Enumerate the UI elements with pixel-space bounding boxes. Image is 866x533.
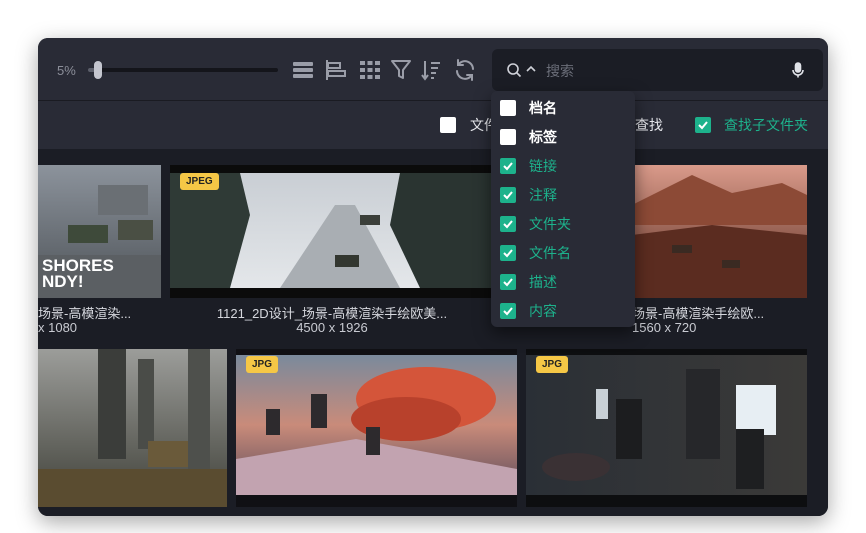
scope-option-label: 文件名 bbox=[529, 245, 571, 261]
search-input[interactable] bbox=[544, 58, 778, 84]
scope-option-links[interactable]: 链接 bbox=[500, 155, 557, 177]
search-icon bbox=[507, 63, 522, 78]
filter-bar: 文件 查找 查找子文件夹 bbox=[38, 101, 828, 149]
scope-option-label: 描述 bbox=[529, 274, 557, 290]
gallery-item[interactable]: 场景-高模渲染手绘欧... 1560 x 720 bbox=[632, 165, 807, 335]
thumbnail: JPG bbox=[236, 349, 517, 507]
filter-option-file[interactable]: 文件 bbox=[440, 115, 498, 135]
scope-option-label: 档名 bbox=[529, 100, 557, 116]
toolbar: 5% bbox=[38, 38, 828, 101]
gallery-item[interactable]: JPG bbox=[526, 349, 807, 516]
check-icon bbox=[503, 191, 513, 200]
file-type-badge: JPEG bbox=[180, 173, 219, 190]
checkbox[interactable] bbox=[440, 117, 456, 133]
check-icon bbox=[503, 278, 513, 287]
zoom-slider[interactable] bbox=[88, 68, 278, 72]
filter-option-label: 查找 bbox=[635, 117, 663, 133]
file-dimensions: x 1080 bbox=[38, 320, 78, 335]
thumbnail: SHORES NDY! bbox=[38, 165, 161, 298]
microphone-icon[interactable] bbox=[789, 61, 807, 79]
scope-option-filename[interactable]: 档名 bbox=[500, 97, 557, 119]
gallery-item[interactable]: JPEG 1121_2D设计_场景-高模渲染手绘欧美... 4500 x 192… bbox=[170, 165, 494, 335]
filter-option-subfolders[interactable]: 查找子文件夹 bbox=[695, 115, 808, 135]
grid-view-icon[interactable] bbox=[358, 58, 382, 82]
search-box[interactable] bbox=[492, 49, 823, 91]
gallery-item[interactable]: JPG bbox=[236, 349, 517, 516]
check-icon bbox=[698, 121, 708, 130]
checkbox[interactable] bbox=[500, 216, 516, 232]
align-left-icon[interactable] bbox=[324, 58, 348, 82]
scope-option-file-name[interactable]: 文件名 bbox=[500, 242, 571, 264]
thumbnail: JPG bbox=[526, 349, 807, 507]
scope-option-tags[interactable]: 标签 bbox=[500, 126, 557, 148]
file-type-badge: JPG bbox=[536, 356, 569, 373]
checkbox[interactable] bbox=[500, 245, 516, 261]
refresh-icon[interactable] bbox=[453, 58, 477, 82]
thumbnail-overlay-text: SHORES NDY! bbox=[42, 256, 114, 291]
checkbox[interactable] bbox=[500, 158, 516, 174]
zoom-slider-thumb[interactable] bbox=[93, 61, 102, 79]
file-dimensions: 1560 x 720 bbox=[632, 320, 697, 335]
scope-option-notes[interactable]: 注释 bbox=[500, 184, 557, 206]
scope-option-label: 链接 bbox=[529, 158, 557, 174]
thumbnail bbox=[38, 349, 227, 507]
scope-option-label: 文件夹 bbox=[529, 216, 571, 232]
list-view-icon[interactable] bbox=[291, 58, 315, 82]
scope-option-label: 注释 bbox=[529, 187, 557, 203]
checkbox[interactable] bbox=[500, 129, 516, 145]
check-icon bbox=[503, 307, 513, 316]
checkbox[interactable] bbox=[500, 100, 516, 116]
scope-option-content[interactable]: 内容 bbox=[500, 300, 557, 322]
scope-option-description[interactable]: 描述 bbox=[500, 271, 557, 293]
gallery: SHORES NDY! 场景-高模渲染... x 1080 JPEG 1121_… bbox=[38, 149, 828, 516]
app-window: 5% 文件 bbox=[38, 38, 828, 516]
search-scope-dropdown: 档名 标签 链接 注释 文件夹 文件名 描述 内容 bbox=[491, 91, 635, 327]
scope-option-label: 内容 bbox=[529, 303, 557, 319]
chevron-up-icon[interactable] bbox=[525, 63, 537, 75]
zoom-label: 5% bbox=[57, 63, 76, 78]
file-type-badge: JPG bbox=[246, 356, 279, 373]
checkbox[interactable] bbox=[500, 187, 516, 203]
checkbox[interactable] bbox=[500, 303, 516, 319]
gallery-item[interactable]: SHORES NDY! 场景-高模渲染... x 1080 bbox=[38, 165, 161, 335]
checkbox[interactable] bbox=[500, 274, 516, 290]
checkbox[interactable] bbox=[695, 117, 711, 133]
sort-icon[interactable] bbox=[419, 58, 443, 82]
thumbnail bbox=[632, 165, 807, 298]
scope-option-label: 标签 bbox=[529, 129, 557, 145]
thumbnail: JPEG bbox=[170, 165, 494, 298]
file-dimensions: 4500 x 1926 bbox=[296, 320, 368, 335]
filter-option-search[interactable]: 查找 bbox=[635, 115, 663, 135]
check-icon bbox=[503, 249, 513, 258]
check-icon bbox=[503, 162, 513, 171]
scope-option-folder[interactable]: 文件夹 bbox=[500, 213, 571, 235]
check-icon bbox=[503, 220, 513, 229]
filter-option-label: 查找子文件夹 bbox=[724, 117, 808, 133]
gallery-item[interactable] bbox=[38, 349, 227, 516]
filter-icon[interactable] bbox=[389, 58, 413, 82]
